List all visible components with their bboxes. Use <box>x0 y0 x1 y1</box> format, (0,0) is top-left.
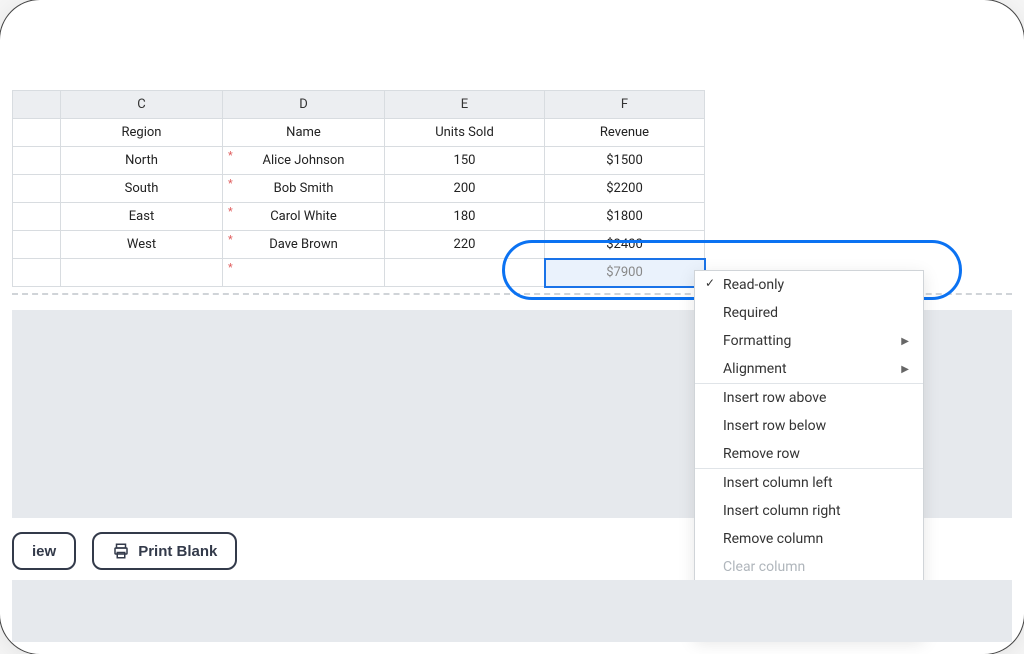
total-row[interactable]: $7900 <box>13 259 705 287</box>
cell-header-revenue[interactable]: Revenue <box>545 119 705 147</box>
buttons-row: iew Print Blank <box>12 532 237 570</box>
menu-insert-row-below[interactable]: Insert row below <box>695 412 923 440</box>
cell-name[interactable]: Alice Johnson <box>223 147 385 175</box>
menu-formatting[interactable]: Formatting▶ <box>695 327 923 355</box>
menu-insert-row-above[interactable]: Insert row above <box>695 384 923 412</box>
col-header-d[interactable]: D <box>223 91 385 119</box>
cell-total-revenue[interactable]: $7900 <box>545 259 705 287</box>
cell-total-region[interactable] <box>61 259 223 287</box>
cell-revenue[interactable]: $2200 <box>545 175 705 203</box>
cell-header-units[interactable]: Units Sold <box>385 119 545 147</box>
cell-total-units[interactable] <box>385 259 545 287</box>
printer-icon <box>112 542 130 560</box>
menu-insert-col-left[interactable]: Insert column left <box>695 469 923 497</box>
col-header-e[interactable]: E <box>385 91 545 119</box>
menu-remove-row[interactable]: Remove row <box>695 440 923 468</box>
cell-region[interactable]: South <box>61 175 223 203</box>
table-row[interactable]: East Carol White 180 $1800 <box>13 203 705 231</box>
menu-read-only[interactable]: Read-only <box>695 271 923 299</box>
table-row[interactable]: South Bob Smith 200 $2200 <box>13 175 705 203</box>
cell-units[interactable]: 180 <box>385 203 545 231</box>
header-row[interactable]: Region Name Units Sold Revenue <box>13 119 705 147</box>
menu-alignment[interactable]: Alignment▶ <box>695 355 923 383</box>
chevron-right-icon: ▶ <box>901 364 909 375</box>
chevron-right-icon: ▶ <box>901 336 909 347</box>
view-button[interactable]: iew <box>12 532 76 570</box>
print-blank-button[interactable]: Print Blank <box>92 532 237 570</box>
cell-name[interactable]: Bob Smith <box>223 175 385 203</box>
cell-revenue[interactable]: $1800 <box>545 203 705 231</box>
table-row[interactable]: North Alice Johnson 150 $1500 <box>13 147 705 175</box>
spreadsheet[interactable]: C D E F Region Name Units Sold Revenue <box>12 90 704 288</box>
cell-units[interactable]: 200 <box>385 175 545 203</box>
bottom-panel <box>12 580 1012 642</box>
cell-revenue[interactable]: $2400 <box>545 231 705 259</box>
cell-name[interactable]: Dave Brown <box>223 231 385 259</box>
cell-revenue[interactable]: $1500 <box>545 147 705 175</box>
cell-units[interactable]: 150 <box>385 147 545 175</box>
menu-remove-col[interactable]: Remove column <box>695 525 923 553</box>
cell-total-name[interactable] <box>223 259 385 287</box>
cell-units[interactable]: 220 <box>385 231 545 259</box>
cell-region[interactable]: East <box>61 203 223 231</box>
cell-region[interactable]: West <box>61 231 223 259</box>
table-row[interactable]: West Dave Brown 220 $2400 <box>13 231 705 259</box>
cell-header-name[interactable]: Name <box>223 119 385 147</box>
app-window: C D E F Region Name Units Sold Revenue <box>0 0 1024 654</box>
cell-region[interactable]: North <box>61 147 223 175</box>
menu-clear-col: Clear column <box>695 553 923 581</box>
col-header-f[interactable]: F <box>545 91 705 119</box>
col-header-b[interactable] <box>13 91 61 119</box>
cell-header-region[interactable]: Region <box>61 119 223 147</box>
cell-name[interactable]: Carol White <box>223 203 385 231</box>
menu-insert-col-right[interactable]: Insert column right <box>695 497 923 525</box>
col-header-c[interactable]: C <box>61 91 223 119</box>
menu-required[interactable]: Required <box>695 299 923 327</box>
